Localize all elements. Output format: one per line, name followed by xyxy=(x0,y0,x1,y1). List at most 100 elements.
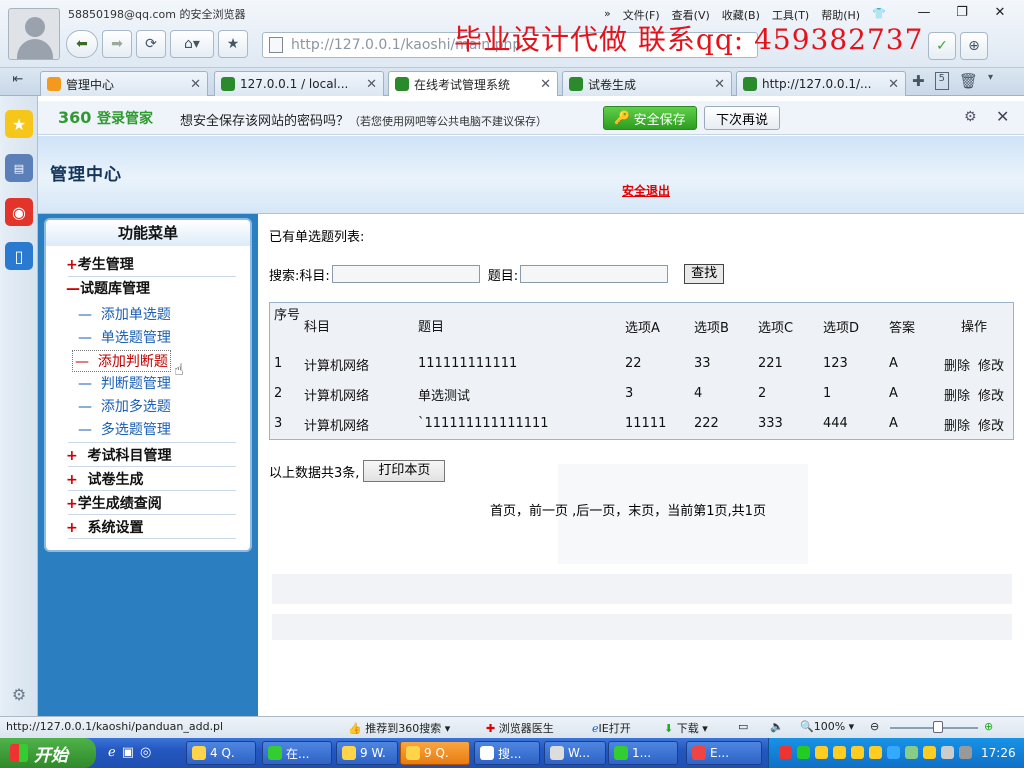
tab-count-icon[interactable]: 5 xyxy=(934,72,949,90)
tab-phpmyadmin[interactable]: 127.0.0.1 / local... ✕ xyxy=(214,71,384,96)
menu-add-single-choice[interactable]: — 添加单选题 xyxy=(78,304,171,324)
tray-qq-icon[interactable] xyxy=(851,746,864,759)
tab-close-icon[interactable]: ✕ xyxy=(714,77,725,92)
folder-quicklaunch-icon[interactable]: ▣ xyxy=(122,745,134,760)
taskbar-qq-1[interactable]: 4 Q. xyxy=(186,741,256,765)
tray-app-icon[interactable] xyxy=(797,746,810,759)
close-window-icon[interactable]: ✕ xyxy=(982,2,1018,22)
tab-favicon-icon xyxy=(395,77,409,91)
menu-score-query[interactable]: +学生成绩查阅 xyxy=(66,493,162,513)
news-icon[interactable]: ▤ xyxy=(5,154,33,182)
forward-icon[interactable]: ➡ xyxy=(102,30,132,58)
taskbar-window-e[interactable]: E... xyxy=(686,741,762,765)
safe-save-button[interactable]: 🔑 安全保存 xyxy=(603,106,697,130)
delete-link[interactable]: 删除 xyxy=(944,415,970,434)
menu-true-false-manage[interactable]: — 判断题管理 xyxy=(78,373,171,393)
zoom-out-icon[interactable]: ⊖ xyxy=(870,720,879,733)
menu-add-true-false[interactable]: — 添加判断题 xyxy=(72,350,171,372)
menu-question-bank[interactable]: —试题库管理 xyxy=(66,278,150,298)
pagination[interactable]: 首页，前一页 ,后一页，末页，当前第1页,共1页 xyxy=(490,500,766,519)
favorite-star-icon[interactable]: ★ xyxy=(218,30,248,58)
browser-quicklaunch-icon[interactable]: ◎ xyxy=(140,745,151,760)
taskbar-browser[interactable]: 在... xyxy=(262,741,332,765)
tab-close-icon[interactable]: ✕ xyxy=(888,77,899,92)
tray-shield-icon[interactable] xyxy=(923,746,936,759)
user-avatar[interactable] xyxy=(8,8,60,60)
find-button[interactable]: 查找 xyxy=(684,264,725,284)
topic-search-input[interactable] xyxy=(520,265,669,283)
zoom-slider-handle[interactable] xyxy=(933,721,944,733)
sound-icon[interactable]: 🔈 xyxy=(770,720,784,733)
delete-link[interactable]: 删除 xyxy=(944,355,970,374)
tab-close-icon[interactable]: ✕ xyxy=(540,77,551,92)
tab-close-icon[interactable]: ✕ xyxy=(366,77,377,92)
tab-label: 在线考试管理系统 xyxy=(414,77,511,92)
refresh-icon[interactable]: ⟳ xyxy=(136,30,166,58)
window-icon[interactable]: ▭ xyxy=(738,720,748,733)
menu-student-management[interactable]: +考生管理 xyxy=(66,254,134,274)
zoom-in-icon[interactable]: ⊕ xyxy=(984,720,993,733)
bar-close-icon[interactable]: ✕ xyxy=(996,107,1009,126)
menu-paper-generate[interactable]: + 试卷生成 xyxy=(66,469,143,489)
tray-app-icon[interactable] xyxy=(779,746,792,759)
tray-app-icon[interactable] xyxy=(905,746,918,759)
tab-menu-icon[interactable]: ▾ xyxy=(988,72,993,90)
tab-paper-generate[interactable]: 试卷生成 ✕ xyxy=(562,71,732,96)
tray-qq-icon[interactable] xyxy=(815,746,828,759)
back-icon[interactable]: ⬅ xyxy=(66,30,98,58)
favorites-star-icon[interactable]: ★ xyxy=(5,110,33,138)
menu-add-multiple-choice[interactable]: — 添加多选题 xyxy=(78,396,171,416)
check-icon[interactable]: ✓ xyxy=(928,32,956,60)
edit-link[interactable]: 修改 xyxy=(978,415,1004,434)
taskbar-window-w[interactable]: W... xyxy=(544,741,606,765)
tab-exam-system[interactable]: 在线考试管理系统 ✕ xyxy=(388,71,558,96)
edit-link[interactable]: 修改 xyxy=(978,385,1004,404)
settings-gear-icon[interactable]: ⚙ xyxy=(5,680,33,708)
taskbar-explorer[interactable]: 9 W. xyxy=(336,741,398,765)
menu-multiple-choice-manage[interactable]: — 多选题管理 xyxy=(78,419,171,439)
tray-qq-icon[interactable] xyxy=(833,746,846,759)
new-tab-icon[interactable]: ✚ xyxy=(912,72,925,90)
recommend-360-button[interactable]: 👍 推荐到360搜索 ▾ xyxy=(348,720,450,736)
download-button[interactable]: ⬇ 下载 ▾ xyxy=(664,720,708,736)
print-button[interactable]: 打印本页 xyxy=(363,460,446,482)
account-label: 58850198@qq.com 的安全浏览器 xyxy=(68,8,246,21)
tray-network-icon[interactable] xyxy=(887,746,900,759)
cell-b: 222 xyxy=(694,416,719,431)
restore-icon[interactable]: ❐ xyxy=(944,2,980,22)
subject-search-input[interactable] xyxy=(331,265,480,283)
zoom-button[interactable]: 🔍100% ▾ xyxy=(800,720,854,733)
taskbar-search[interactable]: 搜... xyxy=(474,741,540,765)
home-icon[interactable]: ⌂▾ xyxy=(170,30,214,58)
edit-link[interactable]: 修改 xyxy=(978,355,1004,374)
mobile-icon[interactable]: ▯ xyxy=(5,242,33,270)
logout-link[interactable]: 安全退出 xyxy=(622,182,670,199)
start-button[interactable]: 开始 xyxy=(0,738,96,768)
page-icon xyxy=(269,37,283,53)
ie-quicklaunch-icon[interactable]: ℯ xyxy=(108,745,116,760)
delete-link[interactable]: 删除 xyxy=(944,385,970,404)
zoom-icon: 🔍 xyxy=(800,720,814,733)
menu-single-choice-manage[interactable]: — 单选题管理 xyxy=(78,327,171,347)
sidebar-toggle-icon[interactable]: ⇤ xyxy=(6,72,30,92)
tab-localhost[interactable]: http://127.0.0.1/... ✕ xyxy=(736,71,906,96)
tray-app-icon[interactable] xyxy=(959,746,972,759)
tray-volume-icon[interactable] xyxy=(941,746,954,759)
browser-icon xyxy=(268,746,282,760)
browser-doctor-button[interactable]: ✚ 浏览器医生 xyxy=(486,720,554,736)
add-icon[interactable]: ⊕ xyxy=(960,32,988,60)
col-header-title: 题目 xyxy=(418,320,445,335)
taskbar-qq-2[interactable]: 9 Q. xyxy=(400,741,470,765)
trash-icon[interactable]: 🗑 xyxy=(959,72,978,90)
taskbar-window-1[interactable]: 1... xyxy=(608,741,678,765)
tray-qq-icon[interactable] xyxy=(869,746,882,759)
ie-open-button[interactable]: ℯIE打开 xyxy=(592,720,631,736)
weibo-icon[interactable]: ◉ xyxy=(5,198,33,226)
tab-admin-center[interactable]: 管理中心 ✕ xyxy=(40,71,208,96)
menu-exam-subject[interactable]: + 考试科目管理 xyxy=(66,445,171,465)
bar-settings-icon[interactable]: ⚙ xyxy=(964,109,977,125)
status-link: http://127.0.0.1/kaoshi/panduan_add.pl xyxy=(6,720,224,733)
later-button[interactable]: 下次再说 xyxy=(704,106,780,130)
tab-close-icon[interactable]: ✕ xyxy=(190,77,201,92)
menu-system-settings[interactable]: + 系统设置 xyxy=(66,517,143,537)
